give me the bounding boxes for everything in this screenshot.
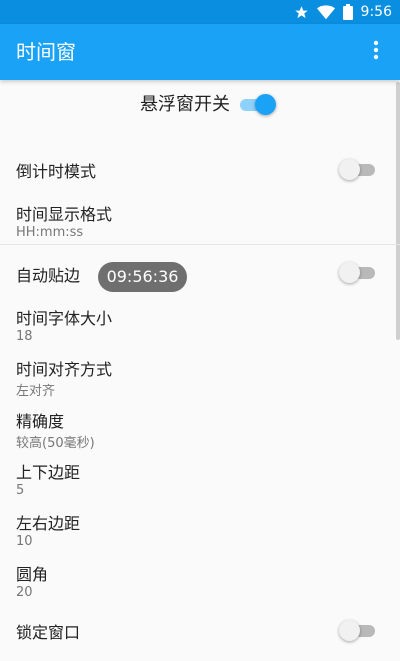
pref-auto-snap-edge[interactable]: 自动贴边 — [0, 253, 400, 293]
status-icons: 9:56 — [294, 0, 392, 24]
master-switch-row[interactable]: 悬浮窗开关 — [0, 80, 400, 130]
floating-clock-window[interactable]: 09:56:36 — [98, 262, 187, 292]
switch-thumb — [255, 94, 276, 115]
pref-time-format[interactable]: 时间显示格式 HH:mm:ss — [0, 198, 400, 244]
pref-summary: 10 — [16, 534, 33, 549]
section-divider — [0, 244, 400, 245]
app-title: 时间窗 — [16, 40, 76, 64]
app-bar: 时间窗 — [0, 24, 400, 80]
battery-icon — [342, 4, 353, 20]
status-time: 9:56 — [360, 4, 392, 20]
status-bar: 9:56 — [0, 0, 400, 24]
pref-title: 圆角 — [16, 565, 49, 584]
pref-title: 精确度 — [16, 412, 65, 431]
switch-thumb — [339, 620, 360, 641]
pref-countdown-mode[interactable]: 倒计时模式 — [0, 140, 400, 198]
master-switch-label: 悬浮窗开关 — [140, 94, 230, 115]
pref-summary: 18 — [16, 329, 33, 344]
star-icon — [294, 5, 309, 20]
pref-title: 自动贴边 — [16, 266, 81, 285]
more-vert-icon — [373, 40, 379, 64]
switch-thumb — [339, 262, 360, 283]
auto-snap-edge-switch[interactable] — [339, 262, 377, 283]
master-switch-toggle[interactable] — [240, 94, 276, 115]
pref-summary: 左对齐 — [16, 384, 56, 399]
pref-font-size[interactable]: 时间字体大小 18 — [0, 302, 400, 350]
pref-corner-radius[interactable]: 圆角 20 — [0, 558, 400, 606]
pref-summary: HH:mm:ss — [16, 225, 84, 240]
pref-title: 上下边距 — [16, 463, 81, 482]
switch-thumb — [339, 159, 360, 180]
pref-title: 倒计时模式 — [16, 162, 97, 181]
pref-lock-window[interactable]: 锁定窗口 — [0, 612, 400, 652]
pref-summary: 5 — [16, 483, 25, 498]
countdown-mode-switch[interactable] — [339, 159, 377, 180]
overflow-menu-button[interactable] — [362, 38, 390, 66]
pref-title: 时间对齐方式 — [16, 360, 113, 379]
lock-window-switch[interactable] — [339, 620, 377, 641]
pref-summary: 20 — [16, 585, 33, 600]
pref-alignment[interactable]: 时间对齐方式 左对齐 — [0, 353, 400, 401]
pref-vertical-margin[interactable]: 上下边距 5 — [0, 456, 400, 504]
wifi-icon — [316, 4, 335, 20]
pref-summary: 较高(50毫秒) — [16, 436, 95, 451]
pref-title: 时间显示格式 — [16, 205, 113, 224]
pref-title: 锁定窗口 — [16, 623, 81, 642]
pref-horizontal-margin[interactable]: 左右边距 10 — [0, 507, 400, 555]
app-screen: 9:56 时间窗 悬浮窗开关 倒计时模式 时间显示格式 HH:mm:ss 自动贴… — [0, 0, 400, 661]
pref-title: 左右边距 — [16, 514, 81, 533]
pref-precision[interactable]: 精确度 较高(50毫秒) — [0, 405, 400, 453]
pref-title: 时间字体大小 — [16, 309, 113, 328]
